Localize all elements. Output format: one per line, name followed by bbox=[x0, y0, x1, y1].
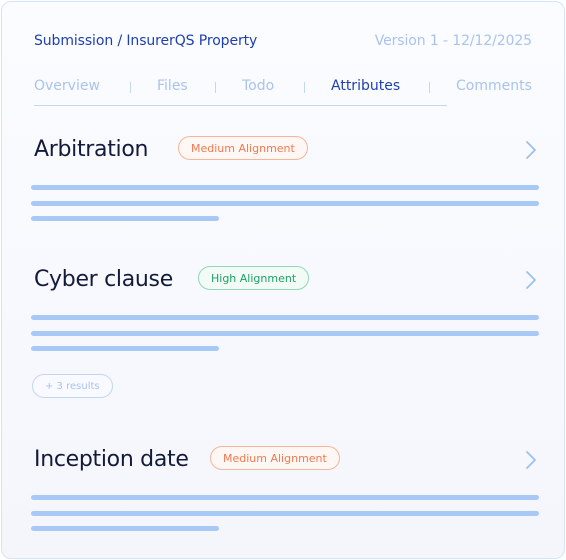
attribute-inception-date[interactable]: Inception date Medium Alignment bbox=[31, 446, 539, 537]
tab-comments[interactable]: Comments bbox=[456, 78, 532, 94]
tab-separator bbox=[215, 82, 216, 93]
tab-separator bbox=[429, 82, 430, 93]
tab-overview[interactable]: Overview bbox=[34, 78, 100, 94]
tabs-underline bbox=[34, 105, 447, 106]
text-placeholder-line bbox=[31, 331, 539, 336]
alignment-badge: Medium Alignment bbox=[210, 446, 340, 470]
tab-files[interactable]: Files bbox=[157, 78, 188, 94]
text-placeholder-line bbox=[31, 511, 539, 516]
chevron-right-icon[interactable] bbox=[524, 270, 538, 290]
text-placeholder-line bbox=[31, 315, 539, 320]
tab-bar: Overview Files Todo Attributes Comments bbox=[34, 78, 536, 106]
text-placeholder-line bbox=[31, 201, 539, 206]
more-results-button[interactable]: + 3 results bbox=[32, 374, 113, 398]
tab-attributes[interactable]: Attributes bbox=[331, 78, 400, 94]
tab-todo[interactable]: Todo bbox=[242, 78, 274, 94]
text-placeholder-line bbox=[31, 526, 219, 531]
chevron-right-icon[interactable] bbox=[524, 140, 538, 160]
chevron-right-icon[interactable] bbox=[524, 450, 538, 470]
breadcrumb[interactable]: Submission / InsurerQS Property bbox=[34, 33, 257, 49]
tab-separator bbox=[304, 82, 305, 93]
alignment-badge: Medium Alignment bbox=[178, 136, 308, 160]
text-placeholder-line bbox=[31, 216, 219, 221]
text-placeholder-line bbox=[31, 495, 539, 500]
text-placeholder-line bbox=[31, 185, 539, 190]
tab-separator bbox=[130, 82, 131, 93]
version-label: Version 1 - 12/12/2025 bbox=[374, 33, 532, 49]
attribute-title: Inception date bbox=[34, 447, 189, 472]
attribute-title: Arbitration bbox=[34, 137, 149, 162]
text-placeholder-line bbox=[31, 346, 219, 351]
attribute-arbitration[interactable]: Arbitration Medium Alignment bbox=[31, 136, 539, 227]
alignment-badge: High Alignment bbox=[198, 266, 310, 290]
attribute-cyber-clause[interactable]: Cyber clause High Alignment bbox=[31, 266, 539, 357]
attributes-card: Submission / InsurerQS Property Version … bbox=[1, 1, 565, 559]
attribute-title: Cyber clause bbox=[34, 267, 173, 292]
